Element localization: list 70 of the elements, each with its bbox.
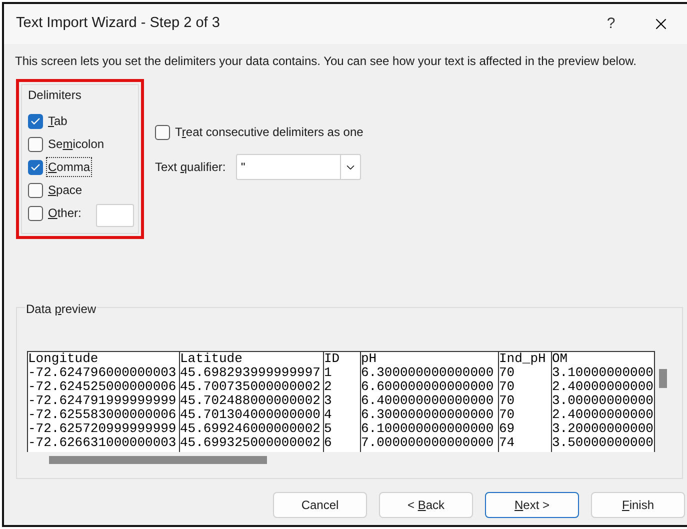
table-cell-text: 6.400000000000000 — [361, 394, 495, 408]
checkbox-label: Space — [47, 182, 84, 199]
table-cell-text: -72.624791999999999 — [28, 394, 178, 408]
table-cell-text: -72.625583000000006 — [28, 408, 178, 422]
check-icon — [30, 162, 41, 172]
table-cell-text: 6.600000000000000 — [361, 380, 495, 394]
checkbox-label: Semicolon — [47, 136, 106, 153]
scrollbar-thumb[interactable] — [659, 369, 667, 388]
other-field[interactable] — [96, 204, 134, 226]
dialog-button[interactable]: < Back — [379, 492, 473, 518]
intro-text: This screen lets you set the delimiters your data contains. You can see how your text is affected in the preview below. — [14, 53, 638, 70]
column-header: ID — [324, 352, 341, 366]
qualifier-label: Text qualifier: — [155, 159, 227, 176]
checkbox-label: Other: — [47, 205, 82, 222]
table-cell-text: 70 — [499, 408, 516, 422]
checkbox-label: Comma — [47, 158, 92, 176]
table-cell-text: 3 — [324, 394, 333, 408]
table-cell-text: 69 — [499, 422, 516, 436]
table-cell-text: 7.000000000000000 — [361, 436, 495, 450]
table-cell-text: 45.700735000000002 — [180, 380, 322, 394]
checkbox[interactable] — [28, 160, 43, 174]
table-cell-text: 45.699325000000002 — [180, 436, 322, 450]
table-cell-text: 6.100000000000000 — [361, 422, 495, 436]
table-cell-text: -72.625720999999999 — [28, 422, 178, 436]
checkbox-label: Tab — [47, 113, 68, 130]
table-cell-text: 6 — [324, 436, 333, 450]
table-cell: 3.50000000000 — [552, 436, 654, 450]
table-cell-text: 5 — [324, 422, 333, 436]
dialog-button[interactable]: Cancel — [273, 492, 367, 518]
checkbox[interactable] — [28, 114, 43, 128]
table-cell-text: -72.624525000000006 — [28, 380, 178, 394]
dialog-button[interactable]: Next > — [485, 492, 579, 518]
dialog-button[interactable]: Finish — [591, 492, 685, 518]
table-cell-text: 1 — [324, 366, 333, 380]
column-header: Ind_pH — [499, 352, 547, 366]
column-header: pH — [361, 352, 378, 366]
help-button[interactable]: ? — [589, 6, 633, 42]
checkbox[interactable] — [28, 182, 43, 198]
qualifier-value: " — [240, 159, 246, 176]
group-title: Delimiters — [28, 87, 82, 104]
table-cell: 3.10000000000 — [552, 366, 654, 380]
column-header: Longitude — [28, 352, 100, 366]
table-cell: 2.40000000000 — [552, 408, 654, 422]
check-icon — [30, 116, 41, 126]
qualifier-dropdown[interactable]: " — [236, 154, 361, 180]
scrollbar-thumb[interactable] — [49, 456, 267, 464]
table-cell-text: 70 — [499, 380, 516, 394]
table-cell: 3.00000000000 — [552, 394, 654, 408]
checkbox-label: Treat consecutive delimiters as one — [175, 124, 364, 141]
table-cell-text: 2 — [324, 380, 333, 394]
table-cell: 3.20000000000 — [552, 422, 654, 436]
checkbox[interactable] — [28, 136, 43, 152]
table-cell-text: 4 — [324, 408, 333, 422]
table-cell-text: 45.698293999999997 — [180, 366, 322, 380]
checkbox[interactable] — [155, 124, 170, 140]
table-cell-text: 45.699246000000002 — [180, 422, 322, 436]
column-header: OM — [552, 352, 569, 366]
checkbox[interactable] — [28, 206, 43, 220]
table-cell-text: 45.701304000000000 — [180, 408, 322, 422]
table-cell-text: 70 — [499, 394, 516, 408]
table-cell-text: 6.300000000000000 — [361, 366, 495, 380]
table-cell-text: 74 — [499, 436, 516, 450]
table-cell-text: 6.300000000000000 — [361, 408, 495, 422]
table-cell-text: -72.624796000000003 — [28, 366, 178, 380]
table-cell-text: 70 — [499, 366, 516, 380]
table-cell-text: 45.702488000000002 — [180, 394, 322, 408]
column-header: Latitude — [180, 352, 244, 366]
table-cell-text: -72.626631000000003 — [28, 436, 178, 450]
window-title: Text Import Wizard - Step 2 of 3 — [16, 14, 220, 34]
table-cell: 2.40000000000 — [552, 380, 654, 394]
